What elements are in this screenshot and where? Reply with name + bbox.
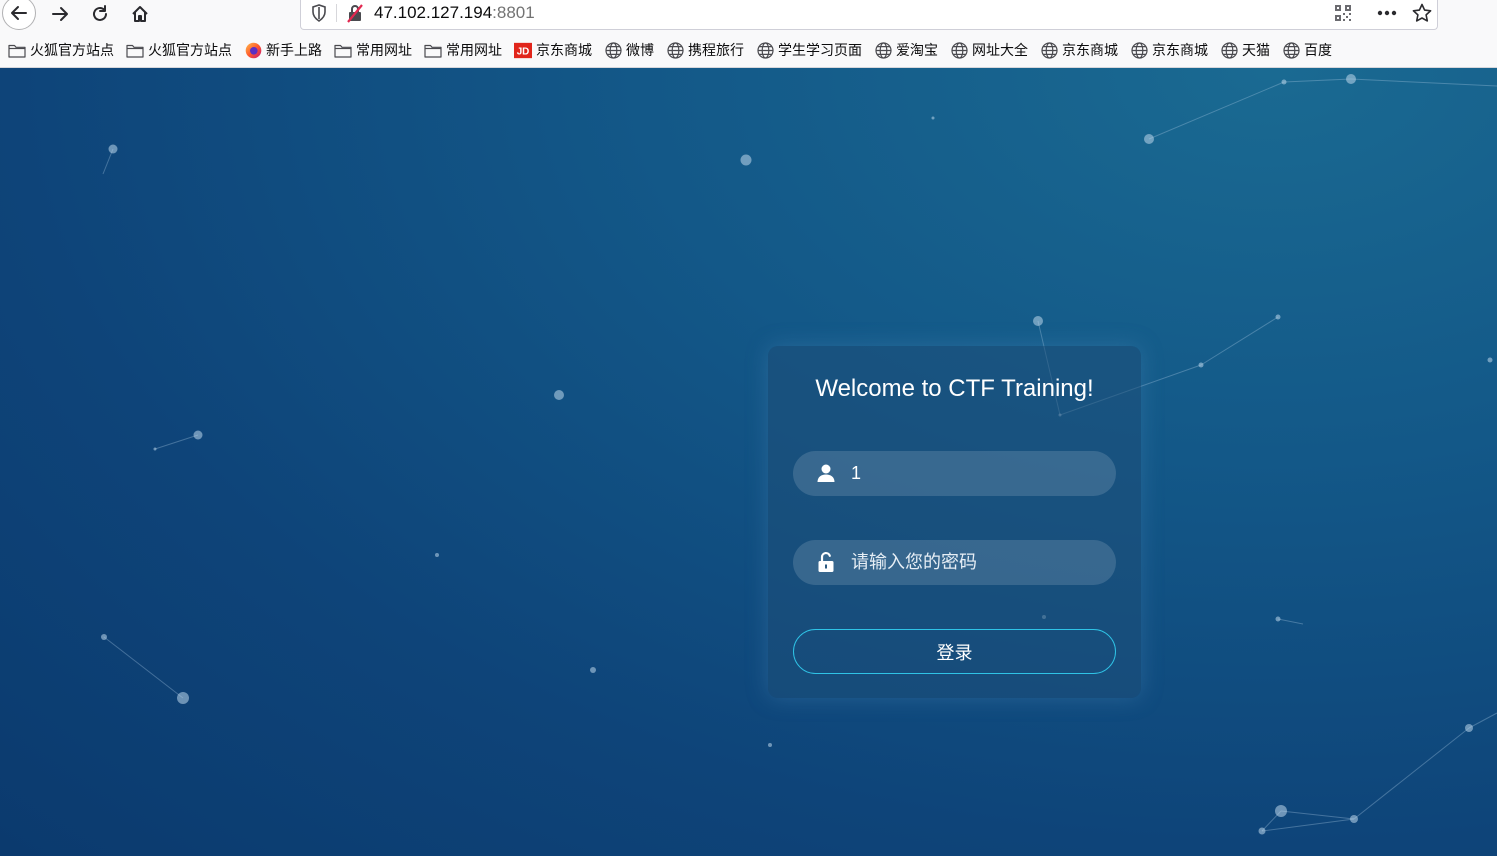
forward-button[interactable] xyxy=(46,0,74,28)
bookmark-item[interactable]: JD 京东商城 xyxy=(506,37,596,63)
bookmark-label: 火狐官方站点 xyxy=(148,42,232,58)
bookmark-item[interactable]: 常用网址 xyxy=(326,37,416,63)
folder-icon xyxy=(424,42,442,58)
home-button[interactable] xyxy=(126,0,154,28)
bookmark-item[interactable]: 携程旅行 xyxy=(658,37,748,63)
bookmark-label: 携程旅行 xyxy=(688,42,744,58)
particle-background xyxy=(101,74,1497,835)
globe-icon xyxy=(604,41,622,59)
arrow-right-icon xyxy=(52,7,68,21)
bookmark-label: 网址大全 xyxy=(972,42,1028,58)
qr-code-icon[interactable] xyxy=(1332,2,1354,24)
bookmark-label: 京东商城 xyxy=(536,42,592,58)
bookmark-label: 常用网址 xyxy=(446,42,502,58)
bookmark-label: 百度 xyxy=(1304,42,1332,58)
url-text[interactable]: 47.102.127.194:8801 xyxy=(374,3,535,23)
globe-icon xyxy=(950,41,968,59)
url-separator xyxy=(336,4,337,22)
arrow-left-icon xyxy=(11,6,27,20)
bookmark-item[interactable]: 火狐官方站点 xyxy=(118,37,236,63)
folder-icon xyxy=(334,42,352,58)
url-port: :8801 xyxy=(492,3,535,22)
globe-icon xyxy=(1040,41,1058,59)
username-field[interactable] xyxy=(793,451,1116,496)
folder-icon xyxy=(8,42,26,58)
url-host: 47.102.127.194 xyxy=(374,3,493,22)
password-field[interactable] xyxy=(793,540,1116,585)
bookmark-label: 火狐官方站点 xyxy=(30,42,114,58)
bookmark-item[interactable]: 常用网址 xyxy=(416,37,506,63)
unlock-icon xyxy=(815,551,837,573)
bookmarks-toolbar: 火狐官方站点 火狐官方站点 新手上路 常用网址 常用网址 JD 京东商城 微博 携程旅行 学生学习… xyxy=(0,37,1497,63)
bookmark-label: 京东商城 xyxy=(1152,42,1208,58)
login-button[interactable]: 登录 xyxy=(793,629,1116,674)
jd-icon: JD xyxy=(514,42,532,58)
password-input[interactable] xyxy=(851,540,1101,585)
bookmark-item[interactable]: 网址大全 xyxy=(942,37,1032,63)
globe-icon xyxy=(1130,41,1148,59)
reload-button[interactable] xyxy=(86,0,114,28)
navigation-bar: 47.102.127.194:8801 xyxy=(0,0,1497,30)
back-button[interactable] xyxy=(2,0,36,30)
bookmark-item[interactable]: 京东商城 xyxy=(1122,37,1212,63)
bookmark-label: 常用网址 xyxy=(356,42,412,58)
bookmark-item[interactable]: 京东商城 xyxy=(1032,37,1122,63)
user-icon xyxy=(815,462,837,484)
login-title: Welcome to CTF Training! xyxy=(815,375,1094,402)
username-input[interactable] xyxy=(851,451,1101,496)
bookmark-item[interactable]: 天猫 xyxy=(1212,37,1274,63)
bookmark-label: 京东商城 xyxy=(1062,42,1118,58)
globe-icon xyxy=(666,41,684,59)
bookmark-label: 天猫 xyxy=(1242,42,1270,58)
bookmark-item[interactable]: 爱淘宝 xyxy=(866,37,942,63)
bookmark-label: 学生学习页面 xyxy=(778,42,862,58)
globe-icon xyxy=(756,41,774,59)
bookmark-item[interactable]: 微博 xyxy=(596,37,658,63)
bookmark-label: 微博 xyxy=(626,42,654,58)
globe-icon xyxy=(1220,41,1238,59)
bookmark-label: 新手上路 xyxy=(266,42,322,58)
globe-icon xyxy=(1282,41,1300,59)
home-icon xyxy=(132,6,148,22)
folder-icon xyxy=(126,42,144,58)
firefox-icon xyxy=(244,42,262,58)
svg-text:JD: JD xyxy=(517,46,530,57)
bookmark-label: 爱淘宝 xyxy=(896,42,938,58)
login-page: Welcome to CTF Training! 登录 xyxy=(0,68,1497,856)
bookmark-item[interactable]: 新手上路 xyxy=(236,37,326,63)
bookmark-item[interactable]: 火狐官方站点 xyxy=(0,37,118,63)
star-icon[interactable] xyxy=(1411,2,1433,24)
bookmark-item[interactable]: 百度 xyxy=(1274,37,1336,63)
login-form: Welcome to CTF Training! 登录 xyxy=(768,346,1141,698)
more-icon[interactable] xyxy=(1376,2,1398,24)
browser-toolbar: 47.102.127.194:8801 火狐官方站点 火狐官方站点 新手上路 常用网址… xyxy=(0,0,1497,68)
bookmark-item[interactable]: 学生学习页面 xyxy=(748,37,866,63)
globe-icon xyxy=(874,41,892,59)
shield-icon[interactable] xyxy=(309,2,329,24)
insecure-lock-icon[interactable] xyxy=(345,2,365,24)
url-bar[interactable]: 47.102.127.194:8801 xyxy=(300,0,1438,30)
reload-icon xyxy=(93,5,107,21)
